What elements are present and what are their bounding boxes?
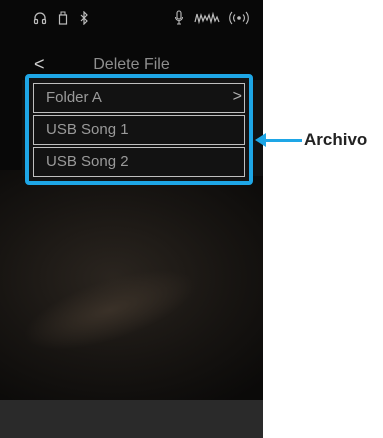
file-list: Folder A > USB Song 1 USB Song 2	[25, 74, 253, 185]
callout-label: Archivo	[304, 130, 368, 149]
wireless-icon	[228, 10, 250, 30]
usb-icon	[58, 10, 68, 30]
bluetooth-icon	[80, 10, 89, 30]
callout-line	[262, 139, 302, 142]
audio-recorder-icon	[194, 10, 220, 30]
list-item-label: USB Song 2	[46, 153, 129, 170]
device-screen: < Delete File	[0, 0, 263, 438]
headphones-icon	[33, 10, 47, 30]
list-item-label: USB Song 1	[46, 121, 129, 138]
bottom-bar	[0, 400, 263, 438]
callout-arrowhead-icon	[255, 133, 266, 147]
screen-title: Delete File	[93, 56, 170, 73]
list-item-usb-song-1[interactable]: USB Song 1	[33, 115, 245, 145]
list-item-label: Folder A	[46, 89, 102, 106]
chevron-right-icon: >	[232, 88, 242, 105]
status-bar	[0, 0, 263, 42]
list-item-usb-song-2[interactable]: USB Song 2	[33, 147, 245, 177]
microphone-icon	[174, 10, 184, 31]
list-item-folder-a[interactable]: Folder A >	[33, 83, 245, 113]
